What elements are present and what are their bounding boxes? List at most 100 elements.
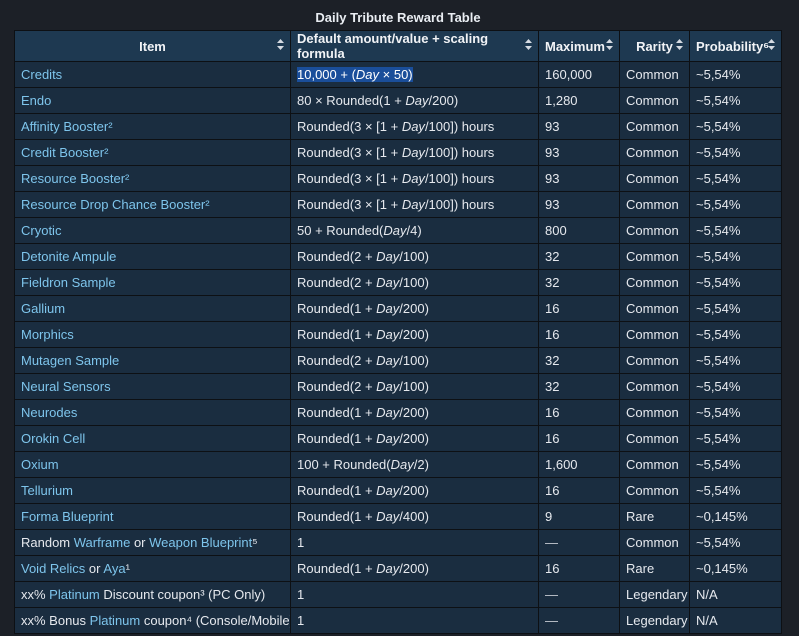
table-row: Detonite Ampule Rounded(2 + Day/100) 32 Com… [14,243,782,270]
formula-text: /200) [399,301,429,316]
item-cell: Detonite Ampule [14,243,291,270]
formula-cell: Rounded(1 + Day/400) [290,503,539,530]
item-text: Discount coupon³ (PC Only) [99,587,266,602]
formula-cell: 10,000 + (Day × 50) [290,61,539,88]
item-link[interactable]: Neurodes [21,405,77,420]
rarity-cell: Common [619,347,690,374]
formula-cell: 1 [290,581,539,608]
maximum-cell: 32 [538,373,620,400]
item-link[interactable]: Credits [21,67,62,82]
item-link[interactable]: Mutagen Sample [21,353,119,368]
item-link[interactable]: Resource Drop Chance Booster² [21,197,210,212]
column-header-maximum[interactable]: Maximum [538,30,620,62]
formula-text: /200) [399,405,429,420]
formula-text: /100]) hours [424,119,495,134]
item-link[interactable]: Tellurium [21,483,73,498]
formula-text: /100]) hours [424,171,495,186]
formula-text: Rounded(1 + [297,405,377,420]
item-link[interactable]: Platinum [49,587,100,602]
item-link[interactable]: Weapon Blueprint [149,535,252,550]
formula-text: Rounded(2 + [297,249,377,264]
item-cell: Cryotic [14,217,291,244]
rarity-cell: Legendary [619,581,690,608]
sort-arrows-icon[interactable] [606,38,613,53]
formula-cell: Rounded(2 + Day/100) [290,373,539,400]
probability-cell: ~5,54% [689,373,782,400]
probability-cell: ~5,54% [689,529,782,556]
item-link[interactable]: Gallium [21,301,65,316]
maximum-cell: 1,600 [538,451,620,478]
rarity-cell: Common [619,87,690,114]
item-link[interactable]: Forma Blueprint [21,509,113,524]
formula-text: Rounded(3 × [1 + [297,119,402,134]
item-link[interactable]: Void Relics [21,561,85,576]
formula-cell: Rounded(3 × [1 + Day/100]) hours [290,165,539,192]
item-link[interactable]: Endo [21,93,51,108]
column-header-probability[interactable]: Probability⁶ [689,30,782,62]
rarity-cell: Common [619,399,690,426]
sort-arrows-icon[interactable] [676,38,683,53]
item-cell: Gallium [14,295,291,322]
rarity-cell: Common [619,217,690,244]
item-cell: Random Warframe or Weapon Blueprint⁵ [14,529,291,556]
item-link[interactable]: Cryotic [21,223,61,238]
item-link[interactable]: Affinity Booster² [21,119,113,134]
item-link[interactable]: Aya [103,561,125,576]
formula-text: Rounded(1 + [297,483,377,498]
item-link[interactable]: Warframe [74,535,131,550]
formula-cell: Rounded(1 + Day/200) [290,555,539,582]
maximum-cell: — [538,607,620,634]
item-link[interactable]: Platinum [90,613,141,628]
sort-arrows-icon[interactable] [277,38,284,53]
formula-variable: Day [390,457,414,472]
item-cell: Fieldron Sample [14,269,291,296]
item-text: Random [21,535,74,550]
probability-cell: ~5,54% [689,113,782,140]
formula-variable: Day [401,197,425,212]
formula-cell: 1 [290,607,539,634]
item-link[interactable]: Oxium [21,457,59,472]
probability-cell: ~5,54% [689,269,782,296]
sort-arrows-icon[interactable] [525,38,532,53]
formula-cell: Rounded(2 + Day/100) [290,347,539,374]
column-header-formula[interactable]: Default amount/value + scaling formula [290,30,539,62]
item-cell: Neural Sensors [14,373,291,400]
item-link[interactable]: Morphics [21,327,74,342]
maximum-cell: 32 [538,243,620,270]
formula-cell: 100 + Rounded(Day/2) [290,451,539,478]
maximum-cell: 160,000 [538,61,620,88]
item-link[interactable]: Neural Sensors [21,379,111,394]
column-header-item[interactable]: Item [14,30,291,62]
table-row: xx% Platinum Discount coupon³ (PC Only) 1… [14,581,782,608]
table-caption: Daily Tribute Reward Table [315,10,481,25]
table-row: Credits 10,000 + (Day × 50) 160,000 Common ~… [14,61,782,88]
item-cell: Neurodes [14,399,291,426]
probability-cell: ~5,54% [689,165,782,192]
maximum-cell: 32 [538,269,620,296]
probability-cell: ~5,54% [689,217,782,244]
item-cell: Mutagen Sample [14,347,291,374]
table-row: Forma Blueprint Rounded(1 + Day/400) 9 Rare… [14,503,782,530]
formula-cell: 80 × Rounded(1 + Day/200) [290,87,539,114]
item-link[interactable]: Orokin Cell [21,431,85,446]
formula-variable: Day [376,431,400,446]
maximum-cell: 16 [538,425,620,452]
maximum-cell: — [538,581,620,608]
item-text: xx% Bonus [21,613,90,628]
formula-variable: Day [376,353,400,368]
item-link[interactable]: Resource Booster² [21,171,129,186]
maximum-cell: 9 [538,503,620,530]
sort-arrows-icon[interactable] [768,38,775,53]
item-cell: Credits [14,61,291,88]
rarity-cell: Common [619,139,690,166]
table-row: Affinity Booster² Rounded(3 × [1 + Day/10… [14,113,782,140]
column-header-rarity[interactable]: Rarity [619,30,690,62]
maximum-cell: 93 [538,113,620,140]
item-link[interactable]: Credit Booster² [21,145,108,160]
formula-variable: Day [376,483,400,498]
table-row: Void Relics or Aya¹ Rounded(1 + Day/200) 1… [14,555,782,582]
formula-text: Rounded(1 + [297,301,377,316]
formula-cell: Rounded(3 × [1 + Day/100]) hours [290,191,539,218]
item-link[interactable]: Fieldron Sample [21,275,116,290]
item-link[interactable]: Detonite Ampule [21,249,116,264]
